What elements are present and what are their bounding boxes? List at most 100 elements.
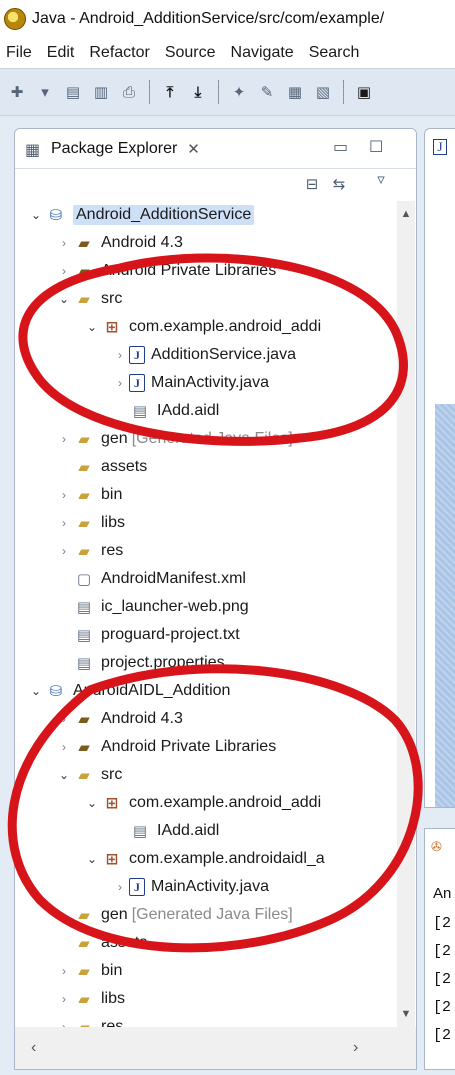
scroll-left-icon[interactable]: ‹: [31, 1039, 36, 1057]
pencil-icon[interactable]: ✎: [256, 81, 278, 103]
tree-row[interactable]: ›▰res: [55, 1013, 123, 1027]
package-icon: ⊞: [105, 851, 119, 868]
close-tab-icon[interactable]: ✕: [187, 140, 200, 158]
expand-toggle-icon[interactable]: ›: [55, 236, 73, 250]
tree-row[interactable]: › ▰ bin: [55, 481, 122, 509]
tree-row[interactable]: ▤ IAdd.aidl: [111, 397, 219, 425]
dropdown-arrow-icon[interactable]: ▾: [34, 81, 56, 103]
new-wizard-icon[interactable]: ✚: [6, 81, 28, 103]
expand-toggle-icon[interactable]: ›: [55, 1020, 73, 1027]
java-editor-tab-icon[interactable]: J: [433, 139, 447, 155]
panel-toolbar: ⊟ ⇆ ▿: [15, 169, 416, 199]
expand-toggle-icon[interactable]: ›: [55, 712, 73, 726]
menu-refactor[interactable]: Refactor: [89, 44, 149, 62]
expand-toggle-icon[interactable]: ›: [55, 908, 73, 922]
layout2-icon[interactable]: ▧: [312, 81, 334, 103]
tree-row[interactable]: ⌄ ⊞ com.example.androidaidl_a: [83, 845, 325, 873]
collapse-toggle-icon[interactable]: ⌄: [83, 852, 101, 866]
link-with-editor-icon[interactable]: ⇆: [329, 174, 349, 194]
expand-toggle-icon[interactable]: ›: [111, 880, 129, 894]
collapse-toggle-icon[interactable]: ⌄: [27, 208, 45, 222]
tree-item-label: libs: [101, 514, 126, 531]
vertical-scrollbar[interactable]: ▲ ▼: [397, 201, 415, 1027]
tree-row[interactable]: ▢ AndroidManifest.xml: [55, 565, 246, 593]
folder-icon: ▰: [78, 543, 90, 560]
maximize-icon[interactable]: ☐: [369, 137, 383, 157]
tree-row[interactable]: ⌄ ▰ src: [55, 285, 122, 313]
tree-row[interactable]: › ▰ Android 4.3: [55, 705, 183, 733]
expand-toggle-icon[interactable]: ›: [55, 488, 73, 502]
java-file-icon: J: [129, 346, 145, 364]
layout-icon[interactable]: ▦: [284, 81, 306, 103]
upload-icon[interactable]: ⤒: [159, 81, 181, 103]
expand-toggle-icon[interactable]: ›: [55, 740, 73, 754]
tree-row[interactable]: ⌄ ⛁ Android_AdditionService: [27, 201, 255, 229]
console-header: An: [433, 885, 452, 902]
expand-toggle-icon[interactable]: ›: [55, 516, 73, 530]
tree-row[interactable]: › ▰ Android Private Libraries: [55, 733, 276, 761]
collapse-toggle-icon[interactable]: ⌄: [55, 768, 73, 782]
package-explorer-tab[interactable]: ▦ Package Explorer ✕ ▭ ☐: [15, 129, 416, 169]
tree-row[interactable]: › ▰ libs: [55, 509, 125, 537]
console-icon[interactable]: ✇: [431, 839, 442, 855]
tree-item-label: AndroidManifest.xml: [101, 570, 246, 587]
expand-toggle-icon[interactable]: ›: [55, 992, 73, 1006]
tree-row[interactable]: ▰ assets: [55, 929, 147, 957]
library-icon: ▰: [78, 235, 90, 252]
tree-item-label: Android 4.3: [101, 710, 183, 727]
tree-row[interactable]: ⌄ ▰ src: [55, 761, 122, 789]
expand-toggle-icon[interactable]: ›: [111, 348, 129, 362]
tree-row[interactable]: › ▰ libs: [55, 985, 125, 1013]
collapse-toggle-icon[interactable]: ⌄: [83, 796, 101, 810]
toolbar-separator: [218, 80, 219, 104]
tree-row[interactable]: › ▰ res: [55, 537, 123, 565]
tree-row[interactable]: › J AdditionService.java: [111, 341, 296, 369]
tree-row[interactable]: ▤ proguard-project.txt: [55, 621, 240, 649]
tree-row[interactable]: › ▰ bin: [55, 957, 122, 985]
expand-toggle-icon[interactable]: ›: [55, 432, 73, 446]
collapse-toggle-icon[interactable]: ⌄: [83, 320, 101, 334]
menu-navigate[interactable]: Navigate: [231, 44, 294, 62]
tree-row[interactable]: › ▰ gen [Generated Java Files]: [55, 425, 293, 453]
expand-toggle-icon[interactable]: ›: [55, 964, 73, 978]
tree-row[interactable]: ▤ IAdd.aidl: [111, 817, 219, 845]
tree-row[interactable]: › ▰ gen [Generated Java Files]: [55, 901, 293, 929]
scroll-up-icon[interactable]: ▲: [397, 205, 415, 223]
file-icon: ▤: [132, 403, 148, 420]
wand-icon[interactable]: ✦: [228, 81, 250, 103]
tree-row[interactable]: › J MainActivity.java: [111, 873, 269, 901]
menu-edit[interactable]: Edit: [47, 44, 75, 62]
menu-source[interactable]: Source: [165, 44, 216, 62]
collapse-toggle-icon[interactable]: ⌄: [27, 684, 45, 698]
tree-row[interactable]: › J MainActivity.java: [111, 369, 269, 397]
print-icon[interactable]: ⎙: [118, 81, 140, 103]
folder-icon: ▰: [78, 991, 90, 1008]
expand-toggle-icon[interactable]: ›: [55, 544, 73, 558]
device-icon[interactable]: ▣: [353, 81, 375, 103]
expand-toggle-icon[interactable]: ›: [111, 376, 129, 390]
tree-row[interactable]: ▤ project.properties: [55, 649, 225, 677]
tree-row[interactable]: ▤ ic_launcher-web.png: [55, 593, 249, 621]
download-icon[interactable]: ⤓: [187, 81, 209, 103]
minimize-icon[interactable]: ▭: [333, 137, 348, 157]
save-all-icon[interactable]: ▥: [90, 81, 112, 103]
scroll-right-icon[interactable]: ›: [353, 1039, 358, 1057]
tree-row[interactable]: ⌄ ⊞ com.example.android_addi: [83, 789, 321, 817]
menu-search[interactable]: Search: [309, 44, 360, 62]
scroll-down-icon[interactable]: ▼: [397, 1005, 415, 1023]
tree-row[interactable]: ▰ assets: [55, 453, 147, 481]
collapse-toggle-icon[interactable]: ⌄: [55, 292, 73, 306]
save-icon[interactable]: ▤: [62, 81, 84, 103]
tree-row[interactable]: › ▰ Android 4.3: [55, 229, 183, 257]
view-menu-icon[interactable]: ▿: [371, 169, 391, 189]
menu-file[interactable]: File: [6, 44, 32, 62]
tree-row[interactable]: › ▰ Android Private Libraries: [55, 257, 276, 285]
expand-toggle-icon[interactable]: ›: [55, 264, 73, 278]
tree-item-label: res: [101, 542, 124, 559]
tree-item-label: MainActivity.java: [151, 878, 269, 895]
collapse-all-icon[interactable]: ⊟: [302, 174, 322, 194]
tree-row[interactable]: ⌄ ⊞ com.example.android_addi: [83, 313, 321, 341]
horizontal-scrollbar[interactable]: ‹ ›: [15, 1027, 416, 1069]
package-icon: ⊞: [105, 795, 119, 812]
tree-row[interactable]: ⌄ ⛁ AndroidAIDL_Addition: [27, 677, 230, 705]
